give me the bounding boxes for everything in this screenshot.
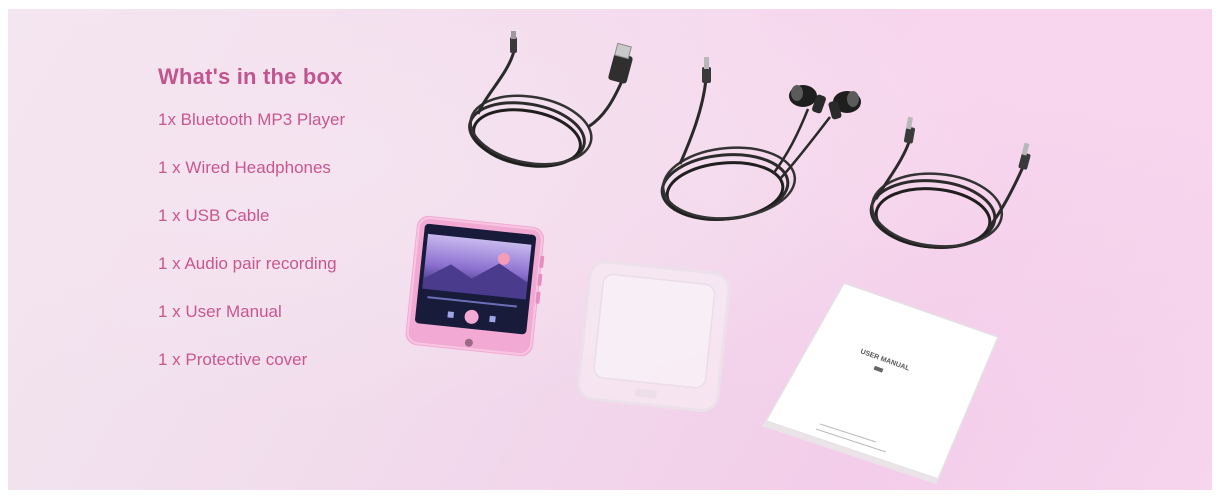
list-item: 1 x Protective cover [158,350,308,369]
product-banner: USER MANUAL What's in the box 1x Bluetoo… [8,9,1212,490]
box-contents-list: 1x Bluetooth MP3 Player 1 x Wired Headph… [158,110,458,398]
headphones-image [660,57,861,221]
usb-cable-image [468,31,633,168]
list-item: 1 x User Manual [158,302,282,321]
user-manual-image: USER MANUAL [762,282,1000,484]
audio-cable-image [869,116,1031,249]
box-contents-panel: What's in the box 1x Bluetooth MP3 Playe… [158,64,458,398]
list-item: 1 x Audio pair recording [158,254,337,273]
list-item: 1 x Wired Headphones [158,158,331,177]
protective-cover-image [577,260,731,412]
section-title: What's in the box [158,64,343,89]
list-item: 1x Bluetooth MP3 Player [158,110,346,129]
list-item: 1 x USB Cable [158,206,270,225]
